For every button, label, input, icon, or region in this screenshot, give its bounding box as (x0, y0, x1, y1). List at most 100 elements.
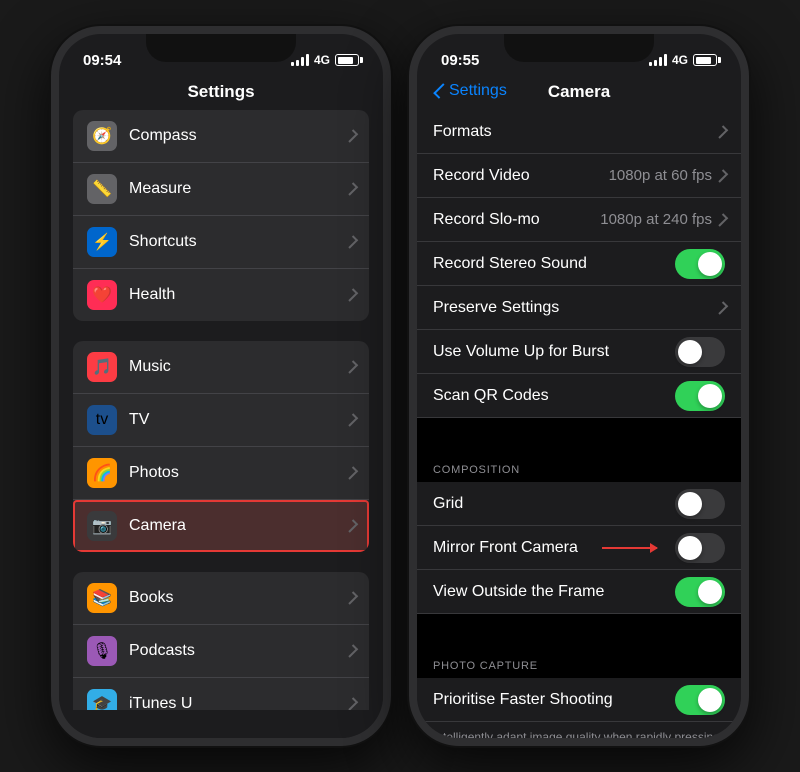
phone-camera: 09:55 4G Settings (409, 26, 749, 746)
bar1 (291, 62, 294, 66)
camera-title: Camera (548, 82, 610, 102)
health-label: Health (129, 286, 348, 304)
record-stereo-toggle[interactable] (675, 249, 725, 279)
list-item[interactable]: 📚 Books (73, 572, 369, 625)
tv-label: TV (129, 411, 348, 429)
scan-qr-row[interactable]: Scan QR Codes (417, 374, 741, 418)
faster-shooting-row[interactable]: Prioritise Faster Shooting (417, 678, 741, 722)
back-button[interactable]: Settings (433, 82, 507, 100)
network-2: 4G (672, 53, 688, 67)
record-slomo-row[interactable]: Record Slo-mo 1080p at 240 fps (417, 198, 741, 242)
list-item[interactable]: ❤️ Health (73, 269, 369, 321)
preserve-label: Preserve Settings (433, 299, 718, 317)
status-icons-1: 4G (291, 53, 359, 67)
status-bar-2: 09:55 4G (417, 34, 741, 78)
battery-fill-1 (338, 57, 353, 64)
bar4 (664, 54, 667, 66)
scan-qr-label: Scan QR Codes (433, 387, 675, 405)
back-chevron-icon (433, 83, 449, 99)
faster-shooting-desc-text: Intelligently adapt image quality when r… (433, 730, 720, 738)
books-label: Books (129, 589, 348, 607)
back-label: Settings (449, 82, 507, 100)
itunes-label: iTunes U (129, 695, 348, 710)
bar2 (296, 60, 299, 66)
record-video-row[interactable]: Record Video 1080p at 60 fps (417, 154, 741, 198)
volume-burst-row[interactable]: Use Volume Up for Burst (417, 330, 741, 374)
formats-label: Formats (433, 123, 718, 141)
record-video-label: Record Video (433, 167, 609, 185)
signal-bars-2 (649, 54, 667, 66)
view-outside-toggle[interactable] (675, 577, 725, 607)
toggle-knob (698, 688, 722, 712)
list-item[interactable]: 🌈 Photos (73, 447, 369, 500)
composition-section: COMPOSITION Grid Mirror Front Camera (417, 448, 741, 614)
list-item[interactable]: tv TV (73, 394, 369, 447)
compass-label: Compass (129, 127, 348, 145)
shortcuts-label: Shortcuts (129, 233, 348, 251)
arrow-line (602, 547, 657, 549)
battery-fill-2 (696, 57, 711, 64)
toggle-knob (678, 536, 702, 560)
list-item[interactable]: 🎓 iTunes U (73, 678, 369, 710)
record-slomo-label: Record Slo-mo (433, 211, 600, 229)
music-icon: 🎵 (87, 352, 117, 382)
camera-nav-bar: Settings Camera (417, 78, 741, 110)
chevron-right-icon (715, 169, 728, 182)
signal-bars-1 (291, 54, 309, 66)
list-item[interactable]: 🧭 Compass (73, 110, 369, 163)
preserve-settings-row[interactable]: Preserve Settings (417, 286, 741, 330)
screen-1: Settings 🧭 Compass 📏 Measure (59, 78, 383, 738)
toggle-knob (698, 580, 722, 604)
battery-1 (335, 54, 359, 66)
phone-settings: 09:54 4G Settings (51, 26, 391, 746)
list-item[interactable]: 📏 Measure (73, 163, 369, 216)
bar2 (654, 60, 657, 66)
list-item[interactable]: ⚡ Shortcuts (73, 216, 369, 269)
photos-icon: 🌈 (87, 458, 117, 488)
list-item[interactable]: 🎵 Music (73, 341, 369, 394)
camera-group-top: Formats Record Video 1080p at 60 fps Rec… (417, 110, 741, 418)
camera-icon: 📷 (87, 511, 117, 541)
grid-row[interactable]: Grid (417, 482, 741, 526)
battery-2 (693, 54, 717, 66)
time-2: 09:55 (441, 52, 479, 69)
mirror-front-toggle[interactable] (675, 533, 725, 563)
grid-toggle[interactable] (675, 489, 725, 519)
record-stereo-row[interactable]: Record Stereo Sound (417, 242, 741, 286)
faster-shooting-toggle[interactable] (675, 685, 725, 715)
settings-list-1[interactable]: 🧭 Compass 📏 Measure ⚡ Shortcuts (59, 110, 383, 710)
nav-bar-1: Settings (59, 78, 383, 110)
toggle-knob (678, 492, 702, 516)
toggle-knob (698, 252, 722, 276)
view-outside-row[interactable]: View Outside the Frame (417, 570, 741, 614)
settings-group-top: 🧭 Compass 📏 Measure ⚡ Shortcuts (73, 110, 369, 321)
view-outside-label: View Outside the Frame (433, 583, 675, 601)
arrow-annotation (602, 547, 657, 549)
formats-row[interactable]: Formats (417, 110, 741, 154)
camera-label: Camera (129, 517, 348, 535)
grid-label: Grid (433, 495, 675, 513)
music-label: Music (129, 358, 348, 376)
photo-group: Prioritise Faster Shooting Intelligently… (417, 678, 741, 738)
settings-group-bottom: 📚 Books 🎙 Podcasts 🎓 iTunes U (73, 572, 369, 710)
network-1: 4G (314, 53, 330, 67)
mirror-front-row[interactable]: Mirror Front Camera (417, 526, 741, 570)
nav-title-1: Settings (75, 82, 367, 102)
composition-group: Grid Mirror Front Camera (417, 482, 741, 614)
photo-capture-section: PHOTO CAPTURE Prioritise Faster Shooting… (417, 644, 741, 738)
photo-capture-header: PHOTO CAPTURE (417, 644, 741, 678)
composition-header: COMPOSITION (417, 448, 741, 482)
camera-row[interactable]: 📷 Camera (73, 500, 369, 552)
chevron-right-icon (715, 213, 728, 226)
volume-burst-label: Use Volume Up for Burst (433, 343, 675, 361)
faster-shooting-label: Prioritise Faster Shooting (433, 691, 675, 709)
photos-label: Photos (129, 464, 348, 482)
status-bar-1: 09:54 4G (59, 34, 383, 78)
health-icon: ❤️ (87, 280, 117, 310)
list-item[interactable]: 🎙 Podcasts (73, 625, 369, 678)
bar4 (306, 54, 309, 66)
scan-qr-toggle[interactable] (675, 381, 725, 411)
volume-burst-toggle[interactable] (675, 337, 725, 367)
bar3 (301, 57, 304, 66)
itunes-icon: 🎓 (87, 689, 117, 710)
